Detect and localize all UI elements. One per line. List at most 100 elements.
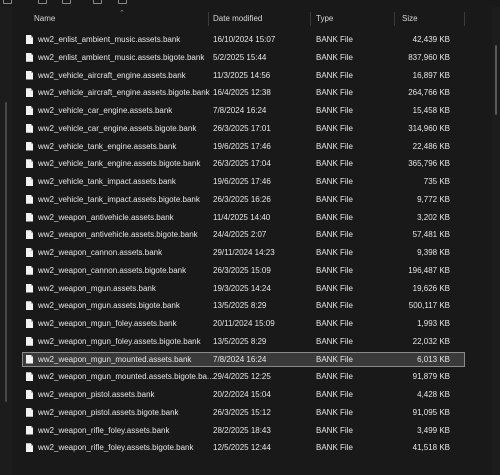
file-row[interactable]: ww2_vehicle_tank_engine.assets.bank 19/6/… [12, 138, 492, 156]
column-header-name[interactable]: Name [34, 8, 55, 30]
file-type: BANK File [316, 283, 353, 293]
column-divider[interactable] [208, 12, 209, 26]
file-size: 19,626 KB [412, 283, 450, 293]
file-date-modified: 5/2/2025 15:44 [213, 52, 267, 62]
file-size: 4,428 KB [417, 390, 450, 399]
document-icon [26, 283, 33, 293]
file-date-modified: 16/4/2025 12:38 [213, 88, 271, 98]
file-name: ww2_vehicle_aircraft_engine.assets.bigot… [38, 88, 210, 98]
toolbar-icon[interactable] [93, 0, 102, 4]
file-name: ww2_enlist_ambient_music.assets.bigote.b… [38, 52, 205, 62]
file-date-modified: 16/10/2024 15:07 [213, 35, 276, 44]
column-divider[interactable] [310, 12, 311, 26]
document-icon [26, 425, 33, 435]
file-name: ww2_vehicle_tank_impact.assets.bank [38, 177, 176, 186]
file-type: BANK File [316, 319, 353, 328]
file-type: BANK File [316, 354, 353, 364]
chevron-up-icon: ⌃ [119, 10, 125, 17]
file-row[interactable]: ww2_weapon_antivehicle.assets.bank 11/4/2… [12, 209, 492, 227]
document-icon [26, 390, 33, 399]
file-size: 735 KB [423, 177, 450, 186]
file-row[interactable]: ww2_weapon_pistol.assets.bigote.bank 26/3… [12, 404, 492, 422]
file-size: 6,013 KB [417, 354, 450, 364]
file-type: BANK File [316, 301, 353, 311]
file-size: 91,095 KB [412, 407, 450, 417]
column-header-size[interactable]: Size [402, 8, 418, 30]
column-divider[interactable] [394, 12, 395, 26]
file-size: 22,032 KB [412, 336, 450, 346]
column-divider[interactable] [464, 12, 465, 26]
file-row[interactable]: ww2_weapon_cannon.assets.bigote.bank 26/3… [12, 262, 492, 280]
file-size: 57,481 KB [412, 230, 450, 240]
file-row[interactable]: ww2_weapon_antivehicle.assets.bigote.ban… [12, 226, 492, 244]
document-icon [26, 70, 33, 80]
vertical-scrollbar-track[interactable] [492, 7, 500, 475]
file-row[interactable]: ww2_vehicle_tank_engine.assets.bigote.ba… [12, 155, 492, 173]
file-list: ww2_enlist_ambient_music.assets.bank 16/1… [12, 31, 492, 457]
file-date-modified: 12/5/2025 12:44 [213, 443, 271, 453]
file-row[interactable]: ww2_vehicle_car_engine.assets.bank 7/8/20… [12, 102, 492, 120]
document-icon [26, 354, 33, 364]
column-header-date-modified[interactable]: Date modified [213, 8, 262, 30]
file-row[interactable]: ww2_vehicle_car_engine.assets.bigote.ban… [12, 120, 492, 138]
document-icon [26, 177, 33, 186]
file-size: 16,897 KB [412, 70, 450, 80]
file-date-modified: 7/8/2024 16:24 [213, 354, 267, 364]
vertical-scrollbar-thumb[interactable] [495, 45, 497, 115]
navigation-scrollbar[interactable] [5, 102, 7, 402]
file-row[interactable]: ww2_vehicle_tank_impact.assets.bigote.ba… [12, 191, 492, 209]
file-date-modified: 19/6/2025 17:46 [213, 141, 271, 151]
file-size: 22,486 KB [412, 141, 450, 151]
file-row[interactable]: ww2_enlist_ambient_music.assets.bank 16/1… [12, 31, 492, 49]
file-row[interactable]: ww2_vehicle_aircraft_engine.assets.bank 1… [12, 67, 492, 85]
document-icon [26, 123, 33, 133]
column-header-type[interactable]: Type [316, 8, 333, 30]
document-icon [26, 443, 33, 453]
toolbar-icon[interactable] [38, 0, 47, 4]
file-name: ww2_enlist_ambient_music.assets.bank [38, 35, 181, 44]
file-type: BANK File [316, 265, 353, 275]
file-row[interactable]: ww2_weapon_pistol.assets.bank 20/2/2024 1… [12, 386, 492, 404]
file-name: ww2_weapon_mgun_foley.assets.bank [38, 319, 177, 328]
file-date-modified: 7/8/2024 16:24 [213, 106, 267, 115]
file-date-modified: 26/3/2025 15:12 [213, 407, 271, 417]
document-icon [26, 407, 33, 417]
file-type: BANK File [316, 390, 353, 399]
file-name: ww2_weapon_mgun_mounted.assets.bank [38, 354, 192, 364]
file-row[interactable]: ww2_weapon_mgun.assets.bank 19/3/2025 14:… [12, 280, 492, 298]
file-name: ww2_vehicle_aircraft_engine.assets.bank [38, 70, 186, 80]
toolbar-icon[interactable] [118, 0, 127, 4]
file-size: 3,202 KB [417, 212, 450, 222]
file-row[interactable]: ww2_vehicle_aircraft_engine.assets.bigot… [12, 84, 492, 102]
file-date-modified: 24/4/2025 2:07 [213, 230, 267, 240]
file-row[interactable]: ww2_weapon_rifle_foley.assets.bigote.ban… [12, 439, 492, 457]
file-name: ww2_vehicle_tank_impact.assets.bigote.ba… [38, 194, 200, 204]
file-type: BANK File [316, 88, 353, 98]
file-size: 91,879 KB [412, 372, 450, 382]
file-row[interactable]: ww2_weapon_mgun_mounted.assets.bigote.ba… [12, 368, 492, 386]
toolbar-icon[interactable] [3, 0, 12, 4]
file-row[interactable]: ww2_vehicle_tank_impact.assets.bank 19/6/… [12, 173, 492, 191]
file-row[interactable]: ww2_weapon_mgun.assets.bigote.bank 13/5/2… [12, 297, 492, 315]
file-row[interactable]: ww2_weapon_mgun_mounted.assets.bank 7/8/2… [12, 351, 492, 369]
file-name: ww2_weapon_mgun.assets.bank [38, 283, 156, 293]
file-type: BANK File [316, 425, 353, 435]
file-row[interactable]: ww2_weapon_mgun_foley.assets.bank 20/11/2… [12, 315, 492, 333]
file-row[interactable]: ww2_weapon_mgun_foley.assets.bigote.bank… [12, 333, 492, 351]
file-date-modified: 13/5/2025 8:29 [213, 301, 267, 311]
document-icon [26, 35, 33, 44]
file-type: BANK File [316, 407, 353, 417]
file-name: ww2_vehicle_car_engine.assets.bigote.ban… [38, 123, 197, 133]
file-row[interactable]: ww2_weapon_cannon.assets.bank 29/11/2024 … [12, 244, 492, 262]
file-size: 837,960 KB [408, 52, 450, 62]
file-size: 500,117 KB [408, 301, 450, 311]
toolbar-icon[interactable] [62, 0, 71, 4]
file-type: BANK File [316, 106, 353, 115]
file-name: ww2_weapon_pistol.assets.bigote.bank [38, 407, 179, 417]
file-size: 3,499 KB [417, 425, 450, 435]
file-name: ww2_weapon_mgun_foley.assets.bigote.bank [38, 336, 201, 346]
file-row[interactable]: ww2_weapon_rifle_foley.assets.bank 28/2/2… [12, 422, 492, 440]
file-date-modified: 20/11/2024 15:09 [213, 319, 275, 328]
file-row[interactable]: ww2_enlist_ambient_music.assets.bigote.b… [12, 49, 492, 67]
file-date-modified: 19/6/2025 17:46 [213, 177, 271, 186]
